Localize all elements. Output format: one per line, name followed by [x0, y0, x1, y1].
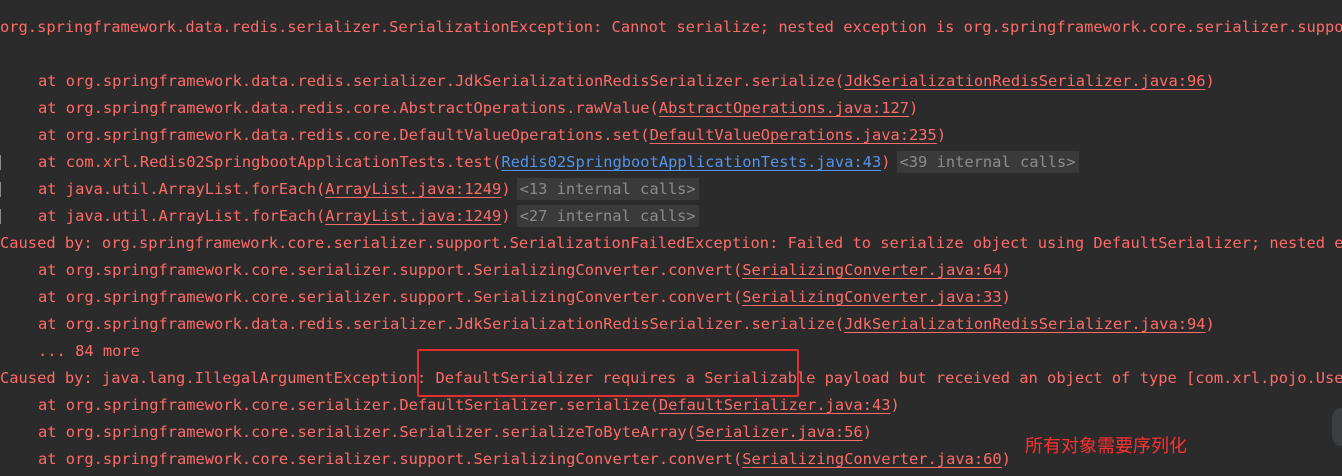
internal-calls-fold[interactable]: <27 internal calls> [516, 205, 699, 227]
source-link[interactable]: JdkSerializationRedisSerializer.java:96 [844, 72, 1205, 90]
fold-gutter-marker [0, 209, 1, 224]
fold-gutter-marker [0, 155, 1, 170]
source-link[interactable]: JdkSerializationRedisSerializer.java:94 [844, 315, 1205, 333]
source-link[interactable]: SerializingConverter.java:33 [742, 288, 1001, 306]
source-link[interactable]: DefaultValueOperations.java:235 [650, 126, 937, 144]
source-link[interactable]: SerializingConverter.java:60 [742, 450, 1001, 468]
frame-method: at org.springframework.data.redis.serial… [38, 72, 845, 90]
stack-frame: at java.util.ArrayList.forEach(ArrayList… [0, 176, 1342, 203]
source-link[interactable]: Redis02SpringbootApplicationTests.java:4… [501, 153, 881, 171]
source-link[interactable]: SerializingConverter.java:64 [742, 261, 1001, 279]
stack-frame: at java.util.ArrayList.forEach(ArrayList… [0, 203, 1342, 230]
scroll-edge-handle[interactable] [1332, 408, 1342, 446]
console-output: org.springframework.data.redis.serialize… [0, 0, 1342, 476]
exception-header-line: org.springframework.data.redis.serialize… [0, 14, 1342, 41]
stack-frame: at org.springframework.data.redis.serial… [38, 315, 1215, 333]
more-frames-text: ... 84 more [38, 342, 140, 360]
source-link[interactable]: AbstractOperations.java:127 [659, 99, 909, 117]
exception-message: org.springframework.data.redis.serialize… [0, 18, 1342, 36]
frame-method: at org.springframework.core.serializer.s… [38, 261, 743, 279]
frame-method: at java.util.ArrayList.forEach( [38, 180, 326, 198]
stack-frame: at org.springframework.core.serializer.s… [38, 288, 1011, 306]
stack-frame: at org.springframework.core.serializer.s… [38, 261, 1011, 279]
internal-calls-fold[interactable]: <13 internal calls> [516, 178, 699, 200]
frame-method: at org.springframework.core.serializer.s… [38, 288, 743, 306]
frame-method: at org.springframework.core.serializer.S… [38, 423, 696, 441]
highlight-annotation-box [417, 349, 799, 397]
source-link[interactable]: ArrayList.java:1249 [325, 180, 501, 198]
frame-method: at org.springframework.core.serializer.D… [38, 396, 659, 414]
frame-method: at org.springframework.data.redis.core.D… [38, 126, 650, 144]
source-link[interactable]: Serializer.java:56 [696, 423, 863, 441]
frame-method: at org.springframework.data.redis.core.A… [38, 99, 659, 117]
frame-method: at org.springframework.core.serializer.s… [38, 450, 743, 468]
stack-frame: at org.springframework.data.redis.core.A… [38, 99, 919, 117]
internal-calls-fold[interactable]: <39 internal calls> [896, 151, 1079, 173]
frame-method: at com.xrl.Redis02SpringbootApplicationT… [38, 153, 502, 171]
frame-method: at org.springframework.data.redis.serial… [38, 315, 845, 333]
caused-by-line: Caused by: org.springframework.core.seri… [0, 230, 1342, 257]
fold-gutter-marker [0, 182, 1, 197]
annotation-note: 所有对象需要序列化 [1025, 436, 1187, 457]
source-link[interactable]: DefaultSerializer.java:43 [659, 396, 891, 414]
stack-frame: at org.springframework.data.redis.core.D… [38, 126, 947, 144]
caused-by-message: Caused by: org.springframework.core.seri… [0, 234, 1342, 252]
frame-method: at java.util.ArrayList.forEach( [38, 207, 326, 225]
stack-frame: at org.springframework.data.redis.serial… [38, 72, 1215, 90]
stack-frame: at com.xrl.Redis02SpringbootApplicationT… [0, 149, 1342, 176]
source-link[interactable]: ArrayList.java:1249 [325, 207, 501, 225]
